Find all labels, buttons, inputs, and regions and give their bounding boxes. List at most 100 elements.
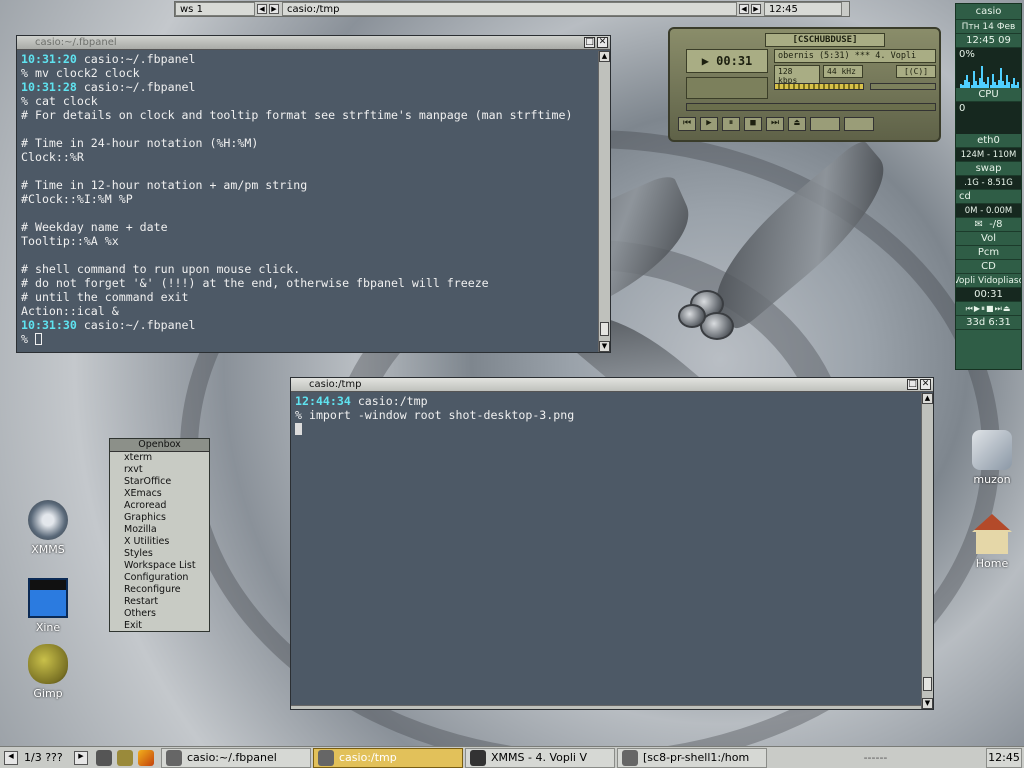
scrollbar-thumb[interactable]	[600, 322, 609, 336]
xmms-transport-controls: ⏮ ▶ ⏸ ■ ⏭ ⏏	[678, 117, 933, 133]
menu-item[interactable]: Others	[110, 608, 209, 620]
menu-items: xterm rxvt StarOffice XEmacs Acroread Graphic…	[110, 452, 209, 632]
menu-item[interactable]: X Utilities	[110, 536, 209, 548]
xmms-seek-bar[interactable]	[686, 103, 936, 111]
menu-item[interactable]: Restart	[110, 596, 209, 608]
prev-workspace-button[interactable]: ◀	[257, 4, 267, 14]
menu-item[interactable]: Workspace List	[110, 560, 209, 572]
player-mini-controls[interactable]: ⏮▶⏸■⏭⏏	[956, 302, 1021, 316]
terminal-icon	[622, 749, 638, 766]
active-task-label[interactable]: casio:/tmp	[282, 2, 737, 16]
prev-task-button[interactable]: ◀	[739, 4, 749, 14]
xmms-balance-slider[interactable]	[870, 83, 936, 90]
menu-item[interactable]: Acroread	[110, 500, 209, 512]
menu-item[interactable]: Styles	[110, 548, 209, 560]
desktop-icon-xine[interactable]: Xine	[13, 578, 83, 634]
desktop-icon-label: Home	[975, 557, 1009, 570]
next-workspace-button[interactable]: ▶	[269, 4, 279, 14]
terminal-output[interactable]: 10:31:20 casio:~/.fbpanel % mv clock2 cl…	[17, 50, 597, 352]
cpu-percent: 0%	[959, 49, 975, 60]
stop-button[interactable]: ■	[744, 117, 762, 131]
task-button-xmms[interactable]: XMMS - 4. Vopli V	[465, 747, 615, 768]
taskbar-clock[interactable]: 12:45	[986, 747, 1022, 768]
desktop-pager[interactable]: 1/3 ???	[24, 751, 72, 764]
eject-button[interactable]: ⏏	[788, 117, 806, 131]
menu-item[interactable]: XEmacs	[110, 488, 209, 500]
maximize-button[interactable]: □	[584, 37, 595, 48]
net-label: eth0	[956, 134, 1021, 148]
menu-item[interactable]: xterm	[110, 452, 209, 464]
desktop-icon-muzon[interactable]: muzon	[957, 430, 1024, 486]
menu-item[interactable]: Graphics	[110, 512, 209, 524]
pause-button[interactable]: ⏸	[722, 117, 740, 131]
close-button[interactable]: ✕	[597, 37, 608, 48]
xmms-brand: [CSCHUBDUSE]	[765, 33, 885, 47]
task-button-fbpanel[interactable]: casio:~/.fbpanel	[161, 747, 311, 768]
mail-indicator[interactable]: ✉ -/8	[956, 218, 1021, 232]
close-button[interactable]: ✕	[920, 379, 931, 390]
volume-control[interactable]: Vol	[956, 232, 1021, 246]
editor-launcher-icon[interactable]	[138, 749, 154, 766]
maximize-button[interactable]: □	[907, 379, 918, 390]
terminal-line: casio:~/.fbpanel	[76, 52, 196, 66]
host-label: casio	[956, 4, 1021, 20]
scrollbar[interactable]: ▲ ▼	[921, 393, 933, 709]
horizontal-border	[291, 705, 921, 709]
terminal-window-fbpanel[interactable]: casio:~/.fbpanel □ ✕ 10:31:20 casio:~/.f…	[16, 35, 611, 353]
terminal-titlebar[interactable]: casio:~/.fbpanel □ ✕	[17, 36, 610, 50]
terminal-line: % cat clock	[21, 94, 98, 108]
pager-next-button[interactable]: ▶	[74, 750, 88, 765]
mail-icon: ✉	[974, 219, 990, 230]
gimp-launcher-icon[interactable]	[117, 749, 133, 766]
desktop-icon-home[interactable]: Home	[957, 514, 1024, 570]
scroll-down-arrow[interactable]: ▼	[922, 698, 933, 709]
xmms-player[interactable]: [CSCHUBDUSE] ▶ 00:31 obernis (5:31) *** …	[668, 27, 941, 142]
terminal-window-tmp[interactable]: casio:/tmp □ ✕ 12:44:34 casio:/tmp % imp…	[290, 377, 934, 710]
menu-item[interactable]: Mozilla	[110, 524, 209, 536]
house-icon	[972, 514, 1012, 554]
menu-item[interactable]: Reconfigure	[110, 584, 209, 596]
scroll-up-arrow[interactable]: ▲	[922, 393, 933, 404]
system-monitor-panel: casio Птн 14 Фев 12:45 09 0% CPU 0 eth0 …	[955, 3, 1022, 370]
pager-prev-button[interactable]: ◀	[4, 750, 18, 765]
terminal-line: #Clock::%I:%M %P	[21, 192, 133, 206]
shuffle-button[interactable]	[810, 117, 840, 131]
menu-item[interactable]: Configuration	[110, 572, 209, 584]
repeat-button[interactable]	[844, 117, 874, 131]
terminal-line: # Time in 12-hour notation + am/pm strin…	[21, 178, 308, 192]
terminal-titlebar[interactable]: casio:/tmp □ ✕	[291, 378, 933, 392]
pcm-control[interactable]: Pcm	[956, 246, 1021, 260]
menu-item[interactable]: StarOffice	[110, 476, 209, 488]
task-button-shell[interactable]: [sc8-pr-shell1:/hom	[617, 747, 767, 768]
desktop-icon-label: Gimp	[33, 687, 63, 700]
taskbar-spacer: ------	[863, 751, 888, 764]
menu-item[interactable]: Exit	[110, 620, 209, 632]
previous-track-button[interactable]: ⏮	[678, 117, 696, 131]
desktop-icon-gimp[interactable]: Gimp	[13, 644, 83, 700]
desktop-icon-label: Xine	[35, 621, 61, 634]
swap-stat: .1G - 8.51G	[956, 176, 1021, 190]
play-button[interactable]: ▶	[700, 117, 718, 131]
terminal-line: % mv clock2 clock	[21, 66, 140, 80]
terminal-launcher-icon[interactable]	[96, 749, 112, 766]
swap-label: swap	[956, 162, 1021, 176]
wallpaper-barrel	[678, 304, 706, 328]
date-label: Птн 14 Фев	[956, 20, 1021, 34]
scrollbar-thumb[interactable]	[923, 677, 932, 691]
xmms-volume-slider[interactable]	[774, 83, 864, 90]
next-task-button[interactable]: ▶	[751, 4, 761, 14]
desktop-icon-xmms[interactable]: XMMS	[13, 500, 83, 556]
mail-count: -/8	[989, 219, 1003, 230]
task-button-tmp[interactable]: casio:/tmp	[313, 747, 463, 768]
next-track-button[interactable]: ⏭	[766, 117, 784, 131]
workspace-indicator[interactable]: ws 1	[175, 2, 255, 16]
scroll-down-arrow[interactable]: ▼	[599, 341, 610, 352]
terminal-output[interactable]: 12:44:34 casio:/tmp % import -window roo…	[291, 392, 919, 692]
scroll-up-arrow[interactable]: ▲	[599, 51, 610, 62]
shell-prompt: %	[21, 332, 35, 346]
xmms-stereo-mode: [(C)]	[896, 65, 936, 78]
cd-volume-control[interactable]: CD	[956, 260, 1021, 274]
menu-item[interactable]: rxvt	[110, 464, 209, 476]
cpu-chart: 0%	[956, 48, 1021, 88]
scrollbar[interactable]: ▲ ▼	[598, 51, 610, 352]
